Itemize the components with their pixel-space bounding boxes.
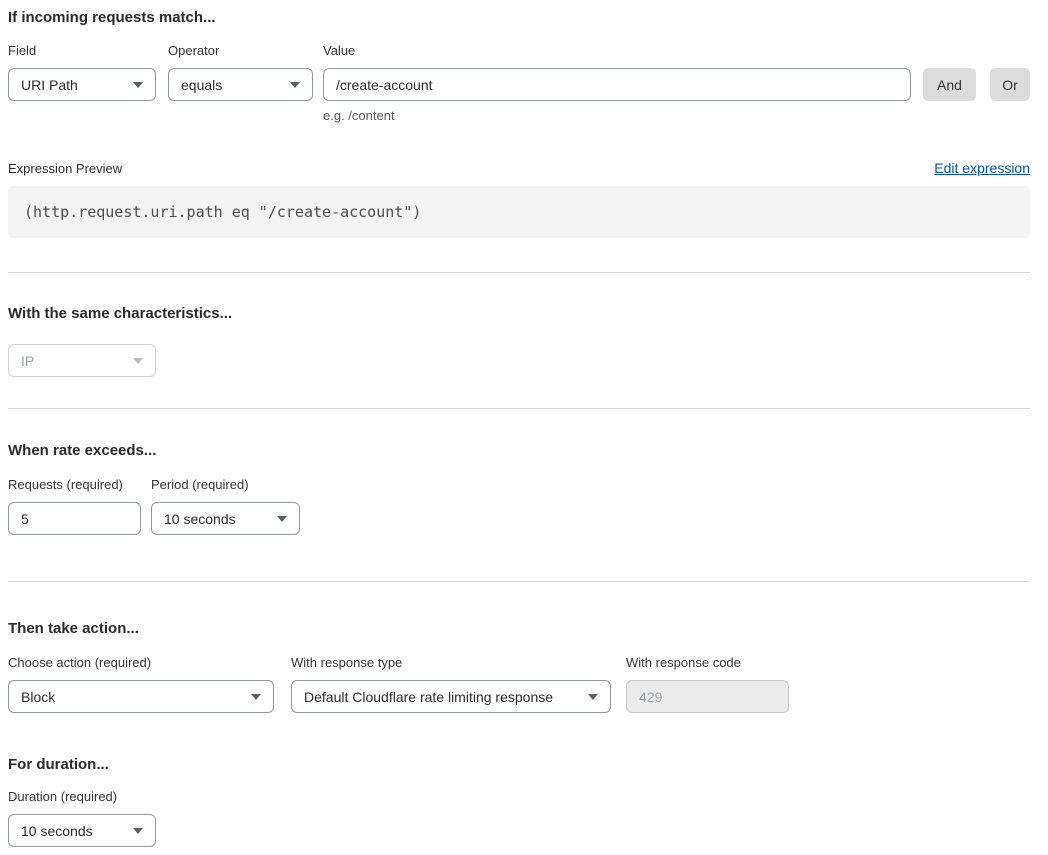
- period-select-value: 10 seconds: [164, 511, 236, 527]
- choose-action-group: Choose action (required) Block: [8, 655, 274, 713]
- rate-row: Requests (required) Period (required) 10…: [8, 477, 1030, 535]
- match-builder-row: Field URI Path Operator equals Value e.g…: [8, 43, 1030, 123]
- choose-action-select[interactable]: Block: [8, 680, 274, 713]
- characteristics-select[interactable]: IP: [8, 344, 156, 377]
- response-code-group: With response code: [626, 655, 789, 713]
- characteristics-group: IP: [8, 344, 156, 377]
- section-title-characteristics: With the same characteristics...: [8, 304, 1030, 324]
- duration-select-value: 10 seconds: [21, 823, 93, 839]
- chevron-down-icon: [133, 82, 143, 88]
- field-select[interactable]: URI Path: [8, 68, 156, 101]
- edit-expression-link[interactable]: Edit expression: [934, 160, 1030, 176]
- chevron-down-icon: [133, 828, 143, 834]
- chevron-down-icon: [588, 694, 598, 700]
- response-type-select[interactable]: Default Cloudflare rate limiting respons…: [291, 680, 611, 713]
- value-input[interactable]: [323, 68, 911, 101]
- section-title-duration: For duration...: [8, 755, 1030, 775]
- response-type-label: With response type: [291, 655, 611, 670]
- chevron-down-icon: [251, 694, 261, 700]
- and-or-group: And Or: [923, 43, 1030, 101]
- value-label: Value: [323, 43, 911, 58]
- expression-preview-box: (http.request.uri.path eq "/create-accou…: [8, 186, 1030, 238]
- operator-select-value: equals: [181, 77, 222, 93]
- rate-limiting-rule-form: If incoming requests match... Field URI …: [0, 0, 1048, 855]
- duration-label: Duration (required): [8, 789, 156, 804]
- choose-action-select-value: Block: [21, 689, 55, 705]
- chevron-down-icon: [277, 516, 287, 522]
- field-label: Field: [8, 43, 156, 58]
- requests-group: Requests (required): [8, 477, 141, 535]
- expression-preview-label: Expression Preview: [8, 161, 122, 176]
- field-group: Field URI Path: [8, 43, 156, 101]
- chevron-down-icon: [290, 82, 300, 88]
- response-type-group: With response type Default Cloudflare ra…: [291, 655, 611, 713]
- value-helper-text: e.g. /content: [323, 108, 911, 123]
- action-row: Choose action (required) Block With resp…: [8, 655, 1030, 713]
- requests-input[interactable]: [8, 502, 141, 535]
- field-select-value: URI Path: [21, 77, 78, 93]
- period-group: Period (required) 10 seconds: [151, 477, 300, 535]
- section-title-rate: When rate exceeds...: [8, 441, 1030, 461]
- section-title-action: Then take action...: [8, 619, 1030, 639]
- or-button[interactable]: Or: [990, 68, 1030, 101]
- section-title-match: If incoming requests match...: [8, 8, 1030, 28]
- response-code-input: [626, 680, 789, 713]
- response-code-label: With response code: [626, 655, 789, 670]
- period-select[interactable]: 10 seconds: [151, 502, 300, 535]
- period-label: Period (required): [151, 477, 300, 492]
- duration-group: Duration (required) 10 seconds: [8, 789, 156, 847]
- divider: [8, 581, 1030, 582]
- operator-label: Operator: [168, 43, 313, 58]
- operator-select[interactable]: equals: [168, 68, 313, 101]
- divider: [8, 272, 1030, 273]
- chevron-down-icon: [133, 358, 143, 364]
- expression-preview-header: Expression Preview Edit expression: [8, 160, 1030, 176]
- value-group: Value e.g. /content: [323, 43, 911, 123]
- characteristics-select-value: IP: [21, 353, 34, 369]
- choose-action-label: Choose action (required): [8, 655, 274, 670]
- duration-select[interactable]: 10 seconds: [8, 814, 156, 847]
- expression-code: (http.request.uri.path eq "/create-accou…: [24, 203, 421, 221]
- and-button[interactable]: And: [923, 68, 976, 101]
- requests-label: Requests (required): [8, 477, 141, 492]
- operator-group: Operator equals: [168, 43, 313, 101]
- divider: [8, 408, 1030, 409]
- response-type-select-value: Default Cloudflare rate limiting respons…: [304, 689, 553, 705]
